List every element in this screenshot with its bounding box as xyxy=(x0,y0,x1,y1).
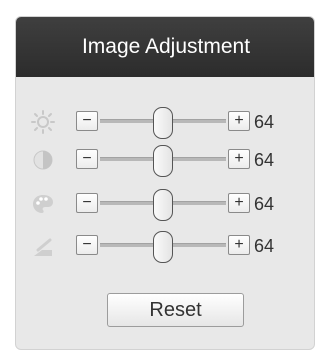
sharpness-icon xyxy=(30,234,58,258)
saturation-slider-thumb[interactable] xyxy=(153,189,173,221)
saturation-decrease-button[interactable]: − xyxy=(76,193,98,213)
brightness-slider-track[interactable] xyxy=(100,107,226,139)
contrast-slider-track[interactable] xyxy=(100,145,226,177)
contrast-slider-thumb[interactable] xyxy=(153,145,173,177)
brightness-increase-button[interactable]: + xyxy=(228,111,250,131)
contrast-decrease-button[interactable]: − xyxy=(76,149,98,169)
sharpness-decrease-button[interactable]: − xyxy=(76,235,98,255)
contrast-row: − + 64 xyxy=(16,143,314,177)
saturation-slider-track[interactable] xyxy=(100,189,226,221)
reset-button[interactable]: Reset xyxy=(107,293,244,327)
sharpness-value: 64 xyxy=(254,236,275,256)
sun-icon xyxy=(30,110,58,134)
panel-title: Image Adjustment xyxy=(16,17,314,77)
palette-icon xyxy=(30,192,58,216)
brightness-value: 64 xyxy=(254,112,275,132)
image-adjustment-panel: Image Adjustment − + 64 − + 64 − + 64 − … xyxy=(15,16,315,350)
contrast-icon xyxy=(30,148,58,172)
saturation-row: − + 64 xyxy=(16,187,314,221)
brightness-decrease-button[interactable]: − xyxy=(76,111,98,131)
sharpness-row: − + 64 xyxy=(16,229,314,263)
saturation-increase-button[interactable]: + xyxy=(228,193,250,213)
contrast-value: 64 xyxy=(254,150,275,170)
sharpness-slider-thumb[interactable] xyxy=(153,231,173,263)
saturation-value: 64 xyxy=(254,194,275,214)
sharpness-increase-button[interactable]: + xyxy=(228,235,250,255)
sharpness-slider-track[interactable] xyxy=(100,231,226,263)
contrast-increase-button[interactable]: + xyxy=(228,149,250,169)
brightness-row: − + 64 xyxy=(16,105,314,139)
brightness-slider-thumb[interactable] xyxy=(153,107,173,139)
